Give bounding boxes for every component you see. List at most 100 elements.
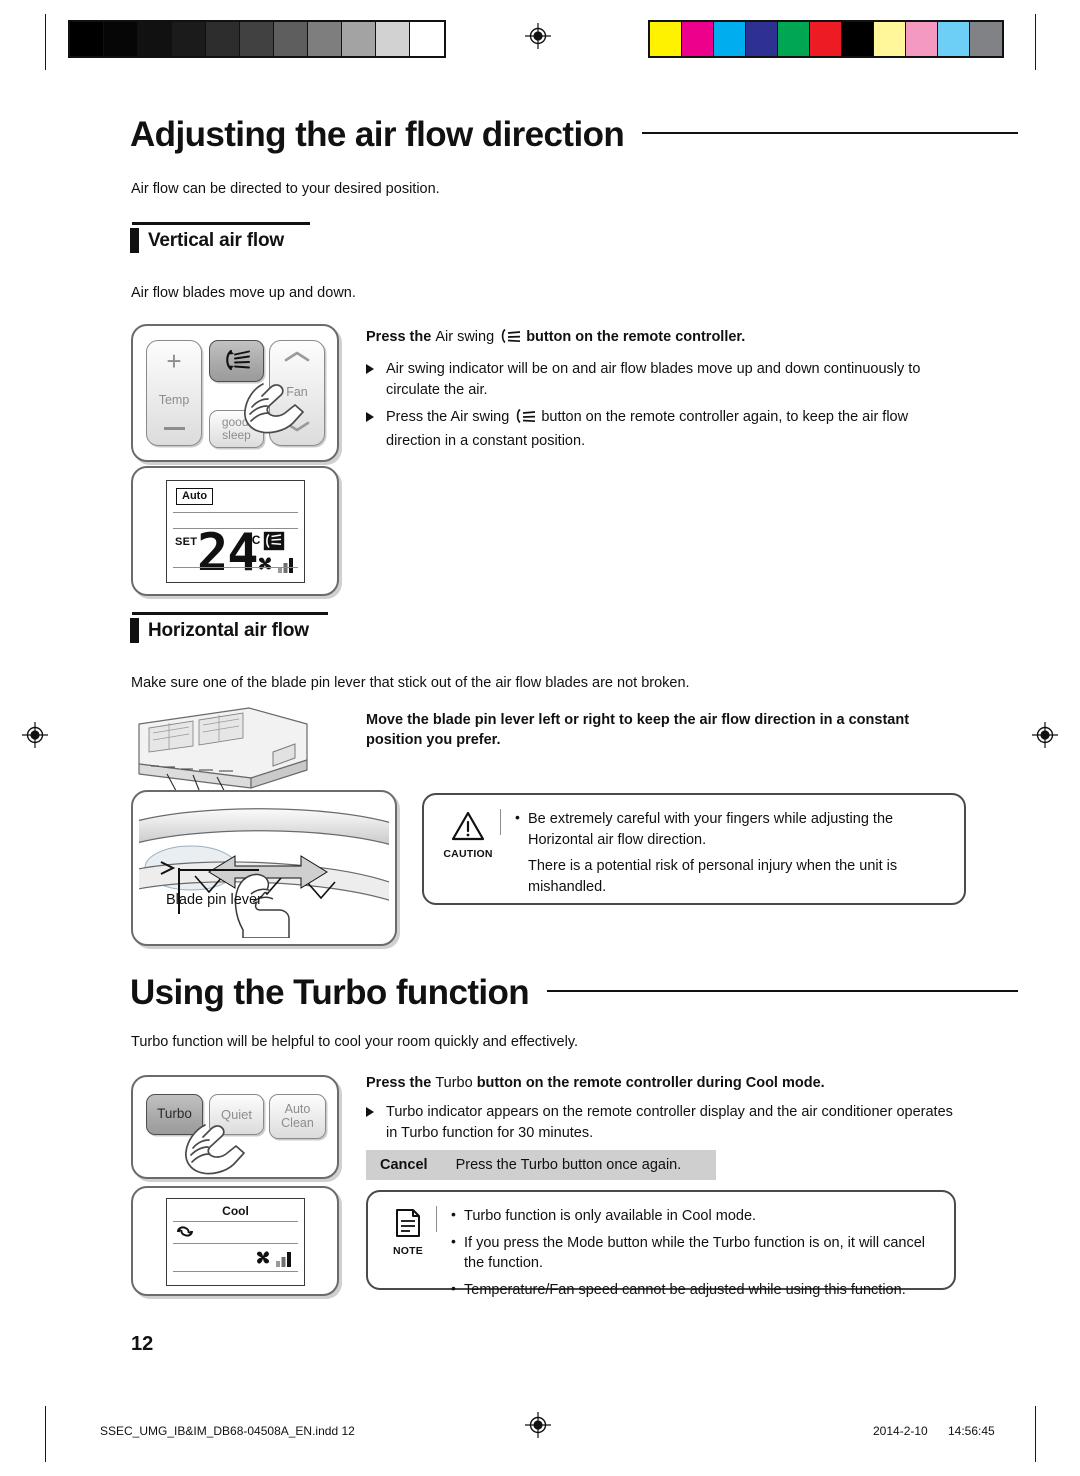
blade-pin-lever-label: Blade pin lever	[166, 892, 262, 908]
calibration-swatch	[205, 21, 241, 57]
registration-mark-right	[1032, 722, 1058, 748]
lead-keyword: Air swing	[435, 329, 495, 345]
auto-clean-line1: Auto	[284, 1102, 311, 1117]
calibration-swatch	[745, 21, 779, 57]
crop-mark-right-bottom	[1035, 1406, 1036, 1462]
caution-body: Be extremely careful with your fingers w…	[513, 807, 948, 895]
note-item-2: If you press the Mode button while the T…	[449, 1232, 938, 1274]
note-divider	[436, 1206, 437, 1232]
temp-label: Temp	[158, 392, 190, 407]
triangle-bullet-icon	[366, 1107, 374, 1118]
caution-item-1: Be extremely careful with your fingers w…	[513, 808, 948, 850]
subsection-vertical-airflow: Vertical air flow	[130, 222, 310, 254]
subheading-bar-h	[130, 617, 139, 644]
mode-badge-auto: Auto	[176, 488, 214, 505]
note-document-icon	[394, 1208, 422, 1243]
turbo-indicator-icon	[175, 1224, 195, 1245]
calibration-swatch	[171, 21, 207, 57]
cancel-key: Cancel	[380, 1157, 428, 1173]
caution-mark: CAUTION	[436, 807, 500, 891]
turbo-bullet-list: Turbo indicator appears on the remote co…	[366, 1102, 956, 1143]
calibration-swatch	[409, 21, 445, 57]
grayscale-calibration-strip	[68, 20, 446, 58]
vertical-bullet-1: Air swing indicator will be on and air f…	[366, 359, 966, 400]
calibration-swatch	[375, 21, 411, 57]
note-label: NOTE	[393, 1245, 423, 1257]
note-body: Turbo function is only available in Cool…	[449, 1204, 938, 1298]
triangle-bullet-icon	[366, 412, 374, 423]
fan-speed-icon-turbo	[252, 1248, 296, 1273]
vertical-bullet-list: Air swing indicator will be on and air f…	[366, 359, 966, 451]
turbo-title-rule	[547, 989, 1018, 992]
calibration-swatch	[69, 21, 105, 57]
lcd-divider-3	[173, 567, 298, 569]
lead-post: button on the remote controller.	[526, 329, 746, 345]
page-number: 12	[131, 1333, 154, 1355]
calibration-swatch	[273, 21, 309, 57]
crop-mark-left	[45, 14, 46, 70]
lcd-screen-airswing: Auto SET 24 °C	[166, 480, 305, 583]
vertical-instructions: Press the Air swing button on the remote…	[366, 327, 966, 459]
subheading-rule-h	[132, 612, 328, 615]
auto-clean-line2: Clean	[281, 1115, 314, 1130]
title-rule	[642, 131, 1018, 134]
set-label: SET	[175, 536, 198, 548]
note-item-1: Turbo function is only available in Cool…	[449, 1205, 938, 1227]
remote-display-panel-airswing: Auto SET 24 °C	[131, 466, 339, 596]
calibration-swatch	[841, 21, 875, 57]
turbo-lead: Press the Turbo button on the remote con…	[366, 1073, 956, 1093]
color-calibration-strip	[648, 20, 1004, 58]
vertical-bullet-2: Press the Air swing button on the remote…	[366, 407, 966, 451]
lcd-turbo-divider-3	[173, 1271, 298, 1273]
vertical-bullet-2-keyword: Air swing	[450, 409, 510, 426]
subheading-bar	[130, 227, 139, 254]
page-title: Adjusting the air flow direction	[130, 115, 625, 154]
triangle-bullet-icon	[366, 364, 374, 375]
subsection-horizontal-airflow: Horizontal air flow	[130, 612, 328, 644]
blade-pin-lever-diagram	[132, 798, 396, 943]
lcd-screen-turbo: Cool	[166, 1198, 305, 1286]
note-box: NOTE Turbo function is only available in…	[366, 1190, 956, 1298]
calibration-swatch	[681, 21, 715, 57]
remote-display-panel-turbo: Cool	[131, 1186, 339, 1296]
note-item-3: Temperature/Fan speed cannot be adjusted…	[449, 1279, 938, 1301]
turbo-lead-post: button on the remote controller during C…	[476, 1075, 825, 1091]
pointing-hand-icon	[229, 362, 315, 453]
footer-time: 14:56:45	[948, 1424, 995, 1438]
mode-label-cool: Cool	[222, 1204, 249, 1218]
turbo-lead-pre: Press the	[366, 1075, 432, 1091]
caution-box: CAUTION Be extremely careful with your f…	[422, 793, 966, 905]
calibration-swatch	[649, 21, 683, 57]
turbo-title: Using the Turbo function	[130, 973, 530, 1012]
temperature-unit: °C	[247, 533, 261, 547]
turbo-lead-keyword: Turbo	[435, 1075, 473, 1091]
temp-plus-icon: +	[166, 346, 182, 376]
temp-button[interactable]: + Temp	[146, 340, 202, 446]
section-title-airflow: Adjusting the air flow direction	[130, 117, 1018, 152]
lead-pre: Press the	[366, 329, 432, 345]
calibration-swatch	[777, 21, 811, 57]
auto-clean-button[interactable]: Auto Clean	[269, 1094, 326, 1139]
registration-mark-left	[22, 722, 48, 748]
remote-buttons-panel-turbo: Turbo Quiet Auto Clean	[131, 1075, 339, 1179]
calibration-swatch	[103, 21, 139, 57]
section-intro-turbo: Turbo function will be helpful to cool y…	[131, 1034, 579, 1050]
vertical-lead: Press the Air swing button on the remote…	[366, 327, 966, 350]
crop-mark-right	[1035, 14, 1036, 70]
lcd-turbo-divider-2	[173, 1243, 298, 1245]
cancel-bar: Cancel Press the Turbo button once again…	[366, 1150, 716, 1180]
air-swing-indicator-icon	[263, 531, 285, 556]
registration-mark-top	[525, 23, 551, 49]
footer-filename: SSEC_UMG_IB&IM_DB68-04508A_EN.indd 12	[100, 1424, 355, 1438]
section-intro-airflow: Air flow can be directed to your desired…	[131, 181, 440, 197]
pointing-hand-icon-turbo	[167, 1107, 253, 1192]
turbo-bullet-1-text: Turbo indicator appears on the remote co…	[386, 1104, 953, 1141]
calibration-swatch	[239, 21, 275, 57]
blade-pin-lever-closeup-panel: Blade pin lever	[131, 790, 397, 946]
temp-minus-icon	[163, 427, 185, 430]
footer-date: 2014-2-10	[873, 1424, 928, 1438]
calibration-swatch	[937, 21, 971, 57]
caution-list: Be extremely careful with your fingers w…	[513, 808, 948, 850]
calibration-swatch	[137, 21, 173, 57]
caution-item-2: There is a potential risk of personal in…	[528, 858, 898, 895]
